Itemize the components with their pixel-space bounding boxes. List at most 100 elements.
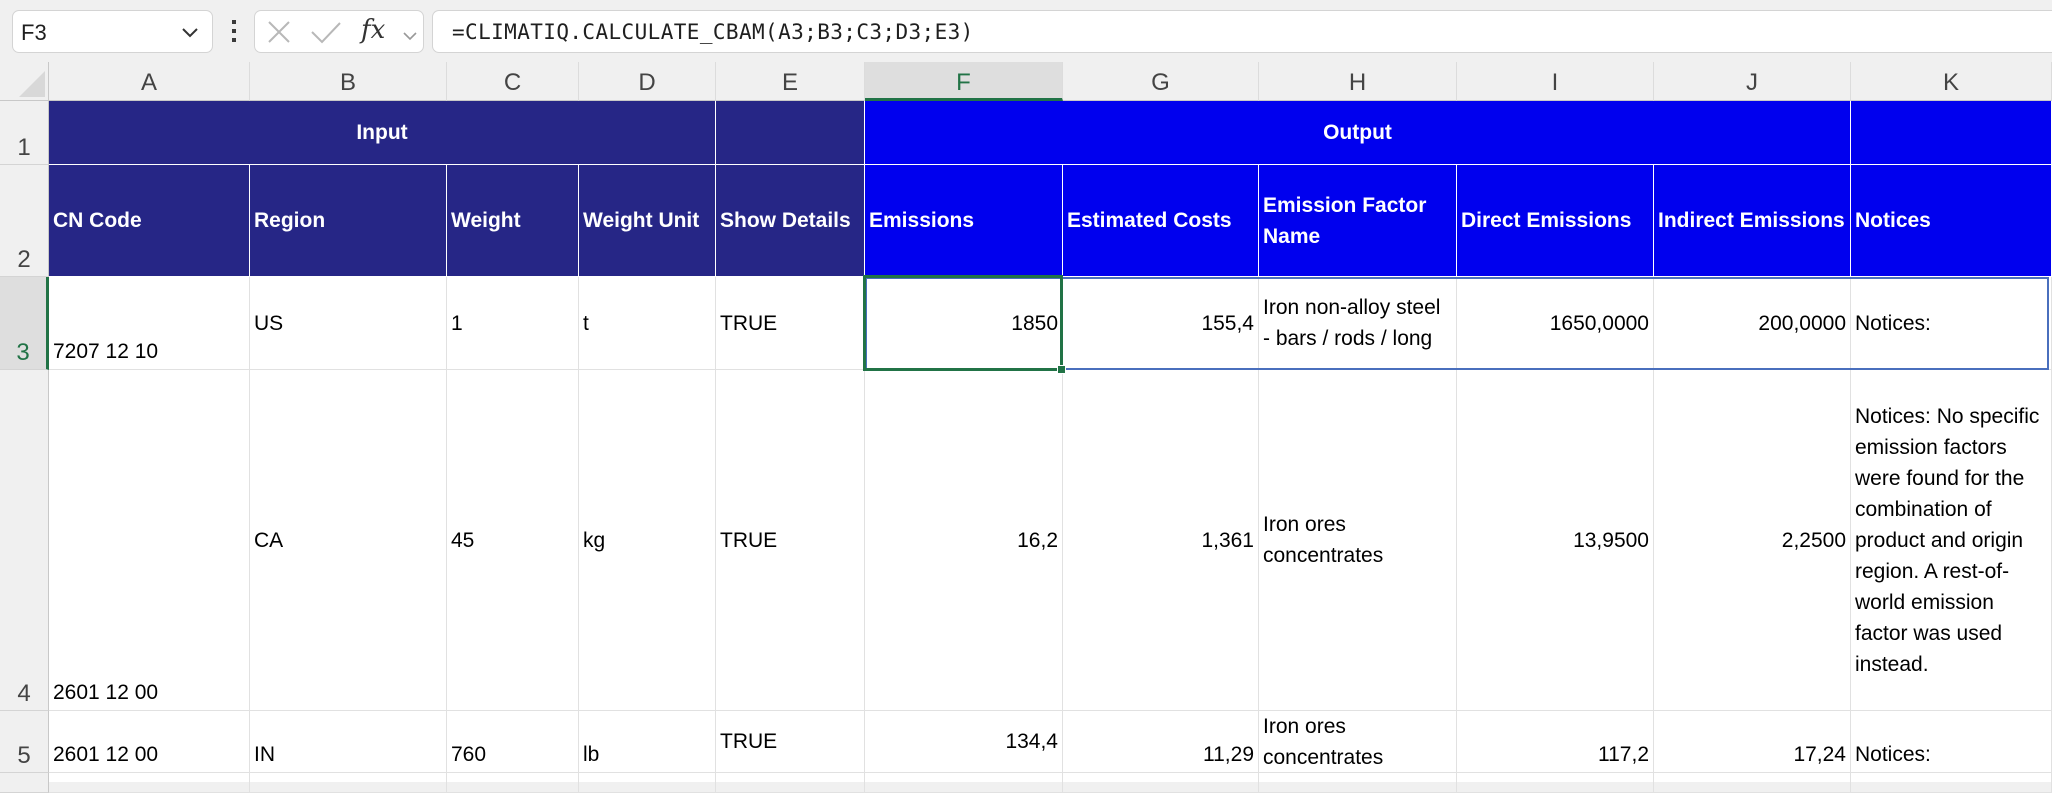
cell-i5-text: 117,2 xyxy=(1598,743,1649,766)
cell-a4-text: 2601 12 00 xyxy=(53,681,159,704)
cell-a6[interactable] xyxy=(49,773,250,793)
column-header-i[interactable]: I xyxy=(1457,62,1654,101)
cell-e3-text: TRUE xyxy=(720,311,778,335)
cell-k6[interactable] xyxy=(1851,773,2052,793)
row-header-6[interactable] xyxy=(0,773,49,793)
cell-b6[interactable] xyxy=(250,773,447,793)
cell-h3[interactable]: Iron non-alloy steel - bars / rods / lon… xyxy=(1259,277,1457,370)
cell-j5[interactable]: 17,24 xyxy=(1654,711,1851,773)
cell-e5-text: TRUE xyxy=(720,730,778,753)
cell-k5[interactable]: Notices: xyxy=(1851,711,2052,773)
insert-function-icon[interactable]: fx xyxy=(361,15,385,45)
column-title-indirect-emissions[interactable]: Indirect Emissions xyxy=(1654,165,1851,277)
column-title-emissions[interactable]: Emissions xyxy=(865,165,1063,277)
cell-e6[interactable] xyxy=(716,773,865,793)
spreadsheet-grid: ABCDEFGHIJK 12345 Input Output CN Code Regi… xyxy=(0,62,2052,793)
row-header-2[interactable]: 2 xyxy=(0,165,49,277)
cell-h4[interactable]: Iron ores concentrates xyxy=(1259,370,1457,711)
cell-b4[interactable]: CA xyxy=(250,370,447,711)
cell-g4[interactable]: 1,361 xyxy=(1063,370,1259,711)
column-title-show-details[interactable]: Show Details xyxy=(716,165,865,277)
cell-d5[interactable]: lb xyxy=(579,711,716,773)
column-header-d[interactable]: D xyxy=(579,62,716,101)
cell-e1[interactable] xyxy=(716,101,865,165)
column-title-emission-factor-name[interactable]: Emission Factor Name xyxy=(1259,165,1457,277)
cell-b3[interactable]: US xyxy=(250,277,447,370)
cell-a3-text: 7207 12 10 xyxy=(53,340,159,363)
chevron-down-icon[interactable] xyxy=(402,24,418,48)
cell-a4[interactable]: 2601 12 00 xyxy=(49,370,250,711)
cell-k4[interactable]: Notices: No specific emission factors we… xyxy=(1851,370,2052,711)
cell-h5[interactable]: Iron ores concentrates xyxy=(1259,711,1457,773)
cell-i6[interactable] xyxy=(1457,773,1654,793)
column-header-e[interactable]: E xyxy=(716,62,865,101)
cell-k3[interactable]: Notices: xyxy=(1851,277,2052,370)
check-icon[interactable] xyxy=(310,20,342,44)
cell-c3[interactable]: 1 xyxy=(447,277,579,370)
column-title-show-details-text: Show Details xyxy=(720,209,851,232)
column-header-h[interactable]: H xyxy=(1259,62,1457,101)
row-number: 1 xyxy=(17,134,31,161)
cell-k1[interactable] xyxy=(1851,101,2052,165)
column-title-notices[interactable]: Notices xyxy=(1851,165,2052,277)
formula-actions: fx xyxy=(254,10,424,53)
cell-c5[interactable]: 760 xyxy=(447,711,579,773)
cell-i4[interactable]: 13,9500 xyxy=(1457,370,1654,711)
column-title-weight[interactable]: Weight xyxy=(447,165,579,277)
column-header-a[interactable]: A xyxy=(49,62,250,101)
column-title-direct-emissions[interactable]: Direct Emissions xyxy=(1457,165,1654,277)
fill-handle[interactable] xyxy=(1057,365,1066,374)
cell-i3[interactable]: 1650,0000 xyxy=(1457,277,1654,370)
cell-g6[interactable] xyxy=(1063,773,1259,793)
column-title-estimated-costs-text: Estimated Costs xyxy=(1067,209,1232,232)
cell-g5[interactable]: 11,29 xyxy=(1063,711,1259,773)
cell-j3-text: 200,0000 xyxy=(1758,311,1846,335)
cell-f3[interactable]: 1850 xyxy=(865,277,1063,370)
cell-b5[interactable]: IN xyxy=(250,711,447,773)
chevron-down-icon[interactable] xyxy=(180,22,200,42)
cell-e4[interactable]: TRUE xyxy=(716,370,865,711)
row-header-3[interactable]: 3 xyxy=(0,277,49,370)
cell-h6[interactable] xyxy=(1259,773,1457,793)
row-header-4[interactable]: 4 xyxy=(0,370,49,711)
column-title-estimated-costs[interactable]: Estimated Costs xyxy=(1063,165,1259,277)
row-number: 4 xyxy=(17,680,31,707)
cell-i5[interactable]: 117,2 xyxy=(1457,711,1654,773)
select-all-button[interactable] xyxy=(0,62,49,101)
cell-j4[interactable]: 2,2500 xyxy=(1654,370,1851,711)
column-header-c[interactable]: C xyxy=(447,62,579,101)
formula-input[interactable]: =CLIMATIQ.CALCULATE_CBAM(A3;B3;C3;D3;E3) xyxy=(432,10,2052,53)
column-title-notices-text: Notices xyxy=(1855,209,1931,232)
column-title-weight-unit[interactable]: Weight Unit xyxy=(579,165,716,277)
more-options-icon[interactable] xyxy=(229,20,239,44)
cell-f4[interactable]: 16,2 xyxy=(865,370,1063,711)
name-box[interactable]: F3 xyxy=(12,10,213,53)
cell-c4[interactable]: 45 xyxy=(447,370,579,711)
cell-c6[interactable] xyxy=(447,773,579,793)
output-group-header[interactable]: Output xyxy=(865,101,1851,165)
cell-d6[interactable] xyxy=(579,773,716,793)
column-title-cn-code[interactable]: CN Code xyxy=(49,165,250,277)
cell-e3[interactable]: TRUE xyxy=(716,277,865,370)
cell-e5[interactable]: TRUE xyxy=(716,711,865,773)
cell-j6[interactable] xyxy=(1654,773,1851,793)
cell-d4[interactable]: kg xyxy=(579,370,716,711)
column-title-region[interactable]: Region xyxy=(250,165,447,277)
cancel-icon[interactable] xyxy=(267,20,291,44)
cell-g3[interactable]: 155,4 xyxy=(1063,277,1259,370)
cell-a3[interactable]: 7207 12 10 xyxy=(49,277,250,370)
cell-f6[interactable] xyxy=(865,773,1063,793)
cell-f5[interactable]: 134,4 xyxy=(865,711,1063,773)
column-header-g[interactable]: G xyxy=(1063,62,1259,101)
column-header-b[interactable]: B xyxy=(250,62,447,101)
input-group-header[interactable]: Input xyxy=(49,101,716,165)
column-header-k[interactable]: K xyxy=(1851,62,2052,101)
row-header-1[interactable]: 1 xyxy=(0,101,49,165)
column-header-f[interactable]: F xyxy=(865,62,1063,101)
row-header-5[interactable]: 5 xyxy=(0,711,49,773)
cell-a5[interactable]: 2601 12 00 xyxy=(49,711,250,773)
cell-j3[interactable]: 200,0000 xyxy=(1654,277,1851,370)
cell-d3[interactable]: t xyxy=(579,277,716,370)
column-header-j[interactable]: J xyxy=(1654,62,1851,101)
cell-d5-text: lb xyxy=(583,743,600,766)
